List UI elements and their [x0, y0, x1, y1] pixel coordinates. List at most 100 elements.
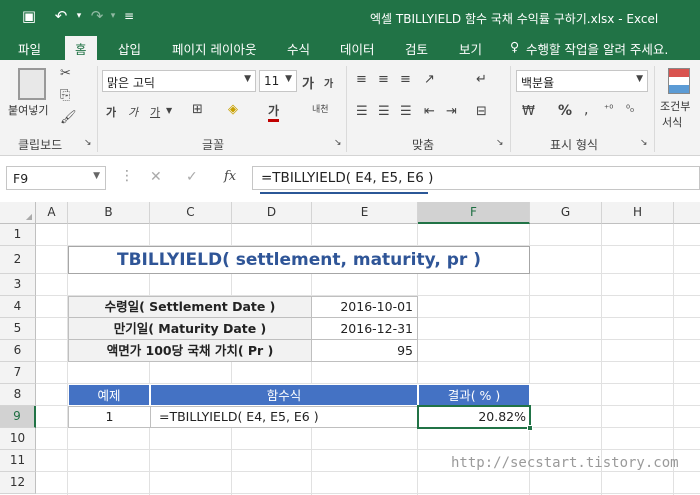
select-all-button[interactable]: ◢	[0, 202, 36, 224]
bold-button[interactable]: 가	[106, 104, 116, 120]
font-color-icon[interactable]: 가	[268, 102, 280, 122]
increase-decimal-icon[interactable]: ⁺⁰	[604, 104, 613, 115]
ribbon: 붙여넣기 ✂ ⎘ 🖌 클립보드 ↘ 맑은 고딕 ▼ 11 ▼ 가 가 가 가 가…	[0, 60, 700, 156]
fill-handle[interactable]	[527, 425, 533, 431]
tab-home[interactable]: 홈	[65, 36, 97, 63]
accounting-format-icon[interactable]: ₩	[522, 104, 535, 119]
font-name-select[interactable]: 맑은 고딕 ▼	[102, 70, 256, 92]
conditional-formatting-label-1[interactable]: 조건부	[660, 98, 690, 114]
number-launcher-icon[interactable]: ↘	[640, 138, 648, 148]
table-cell-result-selected[interactable]: 20.82%	[417, 405, 531, 429]
phonetic-icon[interactable]: 내천	[312, 102, 329, 115]
align-left-icon[interactable]: ☰	[356, 104, 368, 119]
sheet-title-cell[interactable]: TBILLYIELD( settlement, maturity, pr )	[68, 246, 530, 274]
shrink-font-icon[interactable]: 가	[324, 75, 333, 90]
col-header-a[interactable]: A	[36, 202, 68, 224]
undo-dropdown-icon[interactable]: ▾	[70, 7, 88, 25]
row-header-6[interactable]: 6	[0, 340, 36, 362]
tab-data[interactable]: 데이터	[340, 39, 375, 58]
wrap-text-icon[interactable]: ↵	[476, 72, 487, 87]
number-format-select[interactable]: 백분율 ▼	[516, 70, 648, 92]
chevron-down-icon[interactable]: ▼	[166, 106, 172, 115]
row-header-4[interactable]: 4	[0, 296, 36, 318]
save-icon[interactable]: ▣	[20, 7, 38, 25]
percent-style-icon[interactable]: %	[558, 103, 572, 119]
font-launcher-icon[interactable]: ↘	[334, 138, 342, 148]
col-header-d[interactable]: D	[232, 202, 312, 224]
tab-view[interactable]: 보기	[459, 39, 482, 58]
customize-toolbar-icon[interactable]: ≡	[120, 7, 138, 25]
col-header-e[interactable]: E	[312, 202, 418, 224]
table-header-result[interactable]: 결과( % )	[418, 384, 530, 406]
param-value-maturity[interactable]: 2016-12-31	[311, 317, 418, 340]
col-header-b[interactable]: B	[68, 202, 150, 224]
decrease-indent-icon[interactable]: ⇤	[424, 104, 435, 119]
cut-icon[interactable]: ✂	[60, 66, 71, 81]
tell-me-box[interactable]: 수행할 작업을 알려 주세요.	[526, 39, 668, 58]
font-size-select[interactable]: 11 ▼	[259, 70, 297, 92]
paste-icon[interactable]	[18, 68, 46, 100]
formula-buttons: ✕ ✓ fx	[140, 166, 250, 190]
col-header-c[interactable]: C	[150, 202, 232, 224]
clipboard-launcher-icon[interactable]: ↘	[84, 138, 92, 148]
copy-icon[interactable]: ⎘	[60, 88, 70, 103]
merge-center-icon[interactable]: ⊟	[476, 104, 487, 119]
table-header-formula[interactable]: 함수식	[150, 384, 418, 406]
row-header-5[interactable]: 5	[0, 318, 36, 340]
underline-button[interactable]: 가	[150, 104, 160, 120]
name-box[interactable]: F9 ▼	[6, 166, 106, 190]
paste-button[interactable]: 붙여넣기	[8, 102, 48, 118]
font-size-value: 11	[264, 74, 280, 88]
conditional-formatting-label-2[interactable]: 서식	[662, 114, 682, 130]
col-header-h[interactable]: H	[602, 202, 674, 224]
formula-input[interactable]: =TBILLYIELD( E4, E5, E6 )	[252, 166, 700, 190]
border-icon[interactable]: ⊞	[192, 102, 203, 117]
param-label-maturity[interactable]: 만기일( Maturity Date )	[68, 317, 312, 340]
italic-button[interactable]: 가	[128, 104, 138, 120]
table-header-example[interactable]: 예제	[68, 384, 150, 406]
align-center-icon[interactable]: ☰	[378, 104, 390, 119]
col-header-f[interactable]: F	[418, 202, 530, 224]
param-label-pr[interactable]: 액면가 100당 국채 가치( Pr )	[68, 339, 312, 362]
cancel-icon[interactable]: ✕	[150, 169, 162, 185]
align-right-icon[interactable]: ☰	[400, 104, 412, 119]
param-label-settlement[interactable]: 수령일( Settlement Date )	[68, 296, 312, 318]
col-header-g[interactable]: G	[530, 202, 602, 224]
decrease-decimal-icon[interactable]: ⁰₀	[626, 104, 634, 115]
row-header-10[interactable]: 10	[0, 428, 36, 450]
align-top-icon[interactable]: ≡	[356, 72, 367, 87]
row-header-1[interactable]: 1	[0, 224, 36, 246]
increase-indent-icon[interactable]: ⇥	[446, 104, 457, 119]
window-title: 엑셀 TBILLYIELD 함수 국채 수익률 구하기.xlsx - Excel	[370, 12, 659, 26]
tab-file[interactable]: 파일	[18, 39, 41, 58]
comma-style-icon[interactable]: ,	[584, 102, 588, 118]
fill-color-icon[interactable]: ◈	[228, 102, 238, 117]
tab-page-layout[interactable]: 페이지 레이아웃	[172, 39, 256, 58]
row-header-2[interactable]: 2	[0, 246, 36, 274]
orientation-icon[interactable]: ↗	[424, 72, 435, 87]
insert-function-button[interactable]: fx	[224, 169, 236, 184]
table-cell-formula[interactable]: =TBILLYIELD( E4, E5, E6 )	[150, 406, 418, 428]
format-painter-icon[interactable]: 🖌	[60, 110, 77, 125]
enter-icon[interactable]: ✓	[186, 169, 198, 185]
row-header-8[interactable]: 8	[0, 384, 36, 406]
param-value-settlement[interactable]: 2016-10-01	[311, 296, 418, 318]
conditional-formatting-icon[interactable]	[668, 68, 690, 94]
drag-handle-icon[interactable]: ⋮	[120, 168, 134, 184]
tab-insert[interactable]: 삽입	[118, 39, 141, 58]
row-header-12[interactable]: 12	[0, 472, 36, 494]
tab-review[interactable]: 검토	[405, 39, 428, 58]
row-header-3[interactable]: 3	[0, 274, 36, 296]
row-header-9[interactable]: 9	[0, 406, 36, 428]
align-bottom-icon[interactable]: ≡	[400, 72, 411, 87]
grow-font-icon[interactable]: 가	[302, 73, 314, 92]
param-value-pr[interactable]: 95	[311, 339, 418, 362]
row-header-7[interactable]: 7	[0, 362, 36, 384]
tab-formulas[interactable]: 수식	[287, 39, 310, 58]
align-middle-icon[interactable]: ≡	[378, 72, 389, 87]
alignment-launcher-icon[interactable]: ↘	[496, 138, 504, 148]
row-header-11[interactable]: 11	[0, 450, 36, 472]
undo-icon[interactable]: ↶	[52, 7, 70, 25]
col-header-i[interactable]	[674, 202, 700, 224]
table-cell-example[interactable]: 1	[68, 406, 151, 428]
